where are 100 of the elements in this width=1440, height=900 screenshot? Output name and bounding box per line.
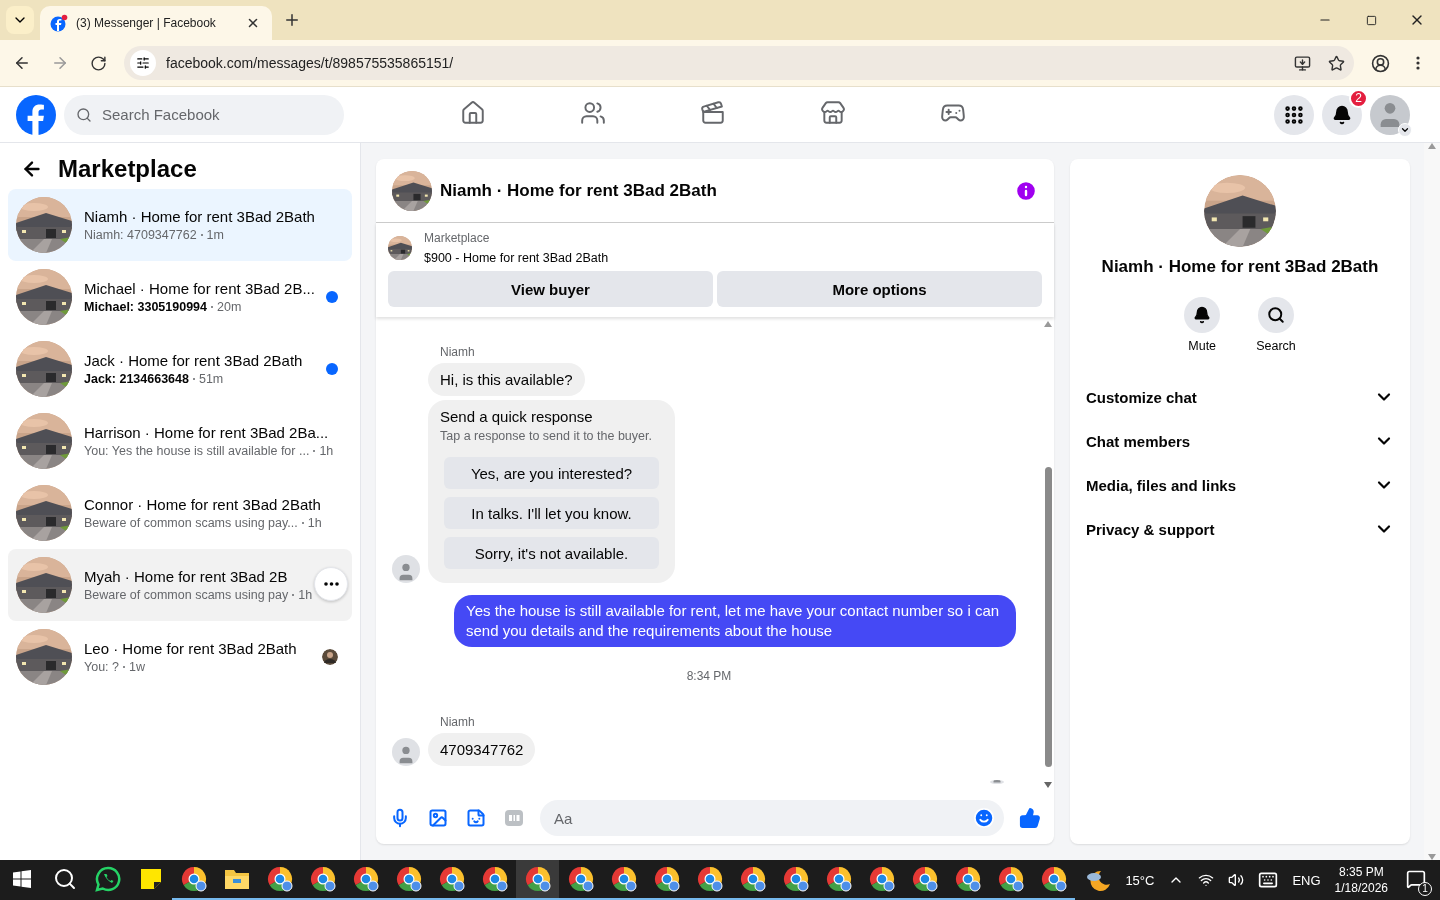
chrome-icon	[653, 866, 680, 892]
site-settings-button[interactable]	[130, 50, 156, 76]
conversation-item[interactable]: Jack · Home for rent 3Bad 2Bath Jack: 2134663648 51m	[8, 333, 352, 405]
menu-button[interactable]	[1274, 94, 1314, 135]
message-input[interactable]: Aa	[552, 808, 972, 828]
quick-response-button[interactable]: Yes, are you interested?	[444, 457, 659, 489]
message-time: 1h	[319, 444, 334, 458]
volume-icon[interactable]	[1228, 872, 1245, 888]
search-icon	[52, 867, 77, 891]
scroll-up-icon	[1428, 143, 1436, 149]
sticky-note-icon	[139, 868, 162, 890]
message-time: 1m	[206, 228, 224, 242]
search-field[interactable]: Search Facebook	[100, 105, 320, 124]
chrome-icon	[352, 866, 379, 892]
unread-dot	[326, 291, 338, 303]
conversation-name: Niamh · Home for rent 3Bad 2Bath	[1101, 257, 1379, 277]
ellipsis-icon	[323, 582, 339, 586]
chrome-icon	[567, 866, 594, 892]
action-button[interactable]: View buyer	[388, 271, 713, 307]
quick-response-button[interactable]: In talks. I'll let you know.	[444, 497, 659, 529]
sender-name: Niamh	[440, 345, 476, 359]
chrome-icon	[266, 866, 293, 892]
gif-icon	[504, 808, 524, 828]
tab-list-button[interactable]	[6, 6, 34, 34]
chrome-icon	[1040, 866, 1067, 892]
message-bubble: Hi, is this available?	[428, 363, 585, 396]
menu-dots-icon	[1416, 56, 1420, 70]
chrome-icon	[739, 866, 766, 892]
scroll-down-icon	[1044, 782, 1052, 788]
unread-dot	[326, 363, 338, 375]
like-button[interactable]	[1018, 806, 1042, 830]
message-preview: You: ?	[84, 660, 119, 674]
taskbar-app[interactable]	[516, 860, 559, 900]
message-time: 1h	[307, 516, 322, 530]
quick-response-button[interactable]: Sorry, it's not available.	[444, 537, 659, 569]
collapsible-section[interactable]: Privacy & support	[1086, 507, 1394, 551]
message-time: 1h	[298, 588, 313, 602]
chrome-icon	[997, 866, 1024, 892]
store-icon	[820, 100, 846, 126]
conversation-title: Jack · Home for rent 3Bad 2Bath	[84, 352, 303, 369]
message-time: 20m	[217, 300, 242, 314]
chrome-icon	[481, 866, 508, 892]
temperature: 15°C	[1125, 872, 1155, 888]
browser-tab[interactable]: (3) Messenger | Facebook	[40, 6, 272, 40]
wifi-icon[interactable]	[1198, 872, 1215, 888]
collapsible-section[interactable]: Media, files and links	[1086, 463, 1394, 507]
scrollbar-thumb[interactable]	[1044, 467, 1052, 767]
search-icon	[76, 106, 92, 123]
account-button[interactable]	[1370, 94, 1410, 135]
collapsible-section[interactable]: Customize chat	[1086, 375, 1394, 419]
conversation-item[interactable]: Leo · Home for rent 3Bad 2Bath You: ? 1w	[8, 621, 352, 693]
notification-count: 1	[1418, 881, 1432, 896]
sliders-icon	[136, 56, 150, 70]
search-bar[interactable]: Search Facebook	[64, 94, 344, 135]
conversation-title: Myah · Home for rent 3Bad 2B	[84, 568, 288, 585]
conversation-title: Michael · Home for rent 3Bad 2B...	[84, 280, 315, 297]
search-icon	[1267, 306, 1285, 324]
close-icon	[246, 16, 260, 30]
language-indicator[interactable]: ENG	[1292, 872, 1321, 888]
sender-name: Niamh	[440, 715, 476, 729]
message-bar[interactable]: Aa	[540, 800, 1004, 836]
conversation-item[interactable]: Niamh · Home for rent 3Bad 2Bath Niamh: 4709347762 1m	[8, 189, 352, 261]
action-button[interactable]: More options	[717, 271, 1042, 307]
video-icon	[700, 100, 726, 126]
timestamp: 8:34 PM	[686, 669, 732, 683]
smiley-icon	[973, 807, 995, 829]
keyboard-icon[interactable]	[1258, 870, 1279, 890]
bell-icon	[1193, 306, 1212, 324]
reload-icon	[89, 54, 107, 72]
chrome-icon	[782, 866, 809, 892]
conversation-item[interactable]: Connor · Home for rent 3Bad 2Bath Beware of common scams using pay... 1h	[8, 477, 352, 549]
message-preview: Michael: 3305190994	[84, 300, 207, 314]
collapsible-section[interactable]: Chat members	[1086, 419, 1394, 463]
section-title: Marketplace	[58, 155, 197, 183]
folder-icon	[223, 868, 250, 890]
emoji-button[interactable]	[972, 806, 996, 830]
thumbs-up-icon	[1019, 807, 1041, 829]
chrome-icon	[696, 866, 723, 892]
monitor-download-icon	[1293, 54, 1311, 72]
chrome-icon	[309, 866, 336, 892]
address-bar[interactable]: facebook.com/messages/t/898575535865151/	[124, 46, 1354, 80]
listing-label: Marketplace	[424, 231, 491, 245]
chrome-icon	[180, 866, 207, 892]
message-preview: Beware of common scams using pay...	[84, 516, 298, 530]
plus-icon	[283, 11, 301, 29]
chat-title: Niamh · Home for rent 3Bad 2Bath	[440, 180, 718, 201]
chrome-icon	[438, 866, 465, 892]
forward-arrow-icon	[51, 54, 69, 72]
chrome-icon	[954, 866, 981, 892]
quick-response-title: Send a quick response	[440, 408, 594, 425]
quick-response-hint: Tap a response to send it to the buyer.	[440, 429, 653, 443]
chrome-icon	[911, 866, 938, 892]
conversation-item[interactable]: Harrison · Home for rent 3Bad 2Ba... You: Yes the house is still available for ... 1h	[8, 405, 352, 477]
facebook-logo[interactable]	[16, 94, 56, 135]
conversation-item[interactable]: Myah · Home for rent 3Bad 2B Beware of common scams using pay 1h	[8, 549, 352, 621]
message-time: 1w	[129, 660, 145, 674]
tab-title: (3) Messenger | Facebook	[76, 16, 217, 30]
conversation-item[interactable]: Michael · Home for rent 3Bad 2B... Michael: 3305190994 20m	[8, 261, 352, 333]
clock-time: 8:35 PM	[1338, 865, 1384, 879]
more-options-button[interactable]	[314, 567, 348, 601]
